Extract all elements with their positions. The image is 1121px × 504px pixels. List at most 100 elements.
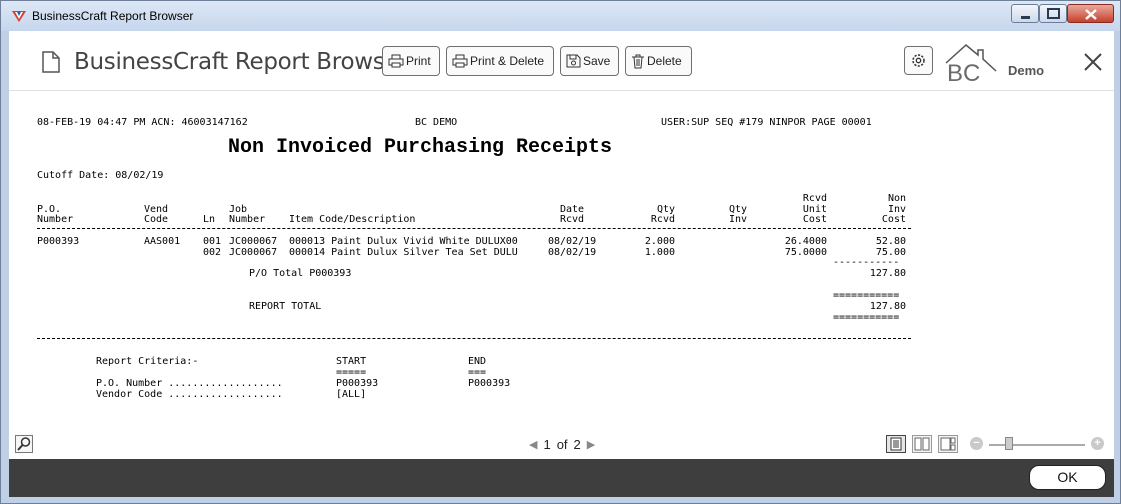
col-unit-cost-line3: Cost (802, 214, 827, 225)
criteria-vendor-start: [ALL] (336, 389, 367, 400)
two-page-icon (914, 437, 930, 451)
po-total-value: 127.80 (869, 268, 906, 279)
zoom-in-icon[interactable]: + (1091, 437, 1104, 450)
close-icon (1085, 9, 1097, 20)
report-header-right: USER:SUP SEQ #179 NINPOR PAGE 00001 (661, 117, 872, 128)
zoom-button[interactable] (15, 435, 33, 453)
minimize-icon (1021, 16, 1030, 19)
report-page: 08-FEB-19 04:47 PM ACN: 46003147162 BC D… (9, 92, 1114, 437)
col-job-line2: Number (229, 214, 266, 225)
report-total-value: 127.80 (869, 301, 906, 312)
row-qty-rcvd: 2.000 (644, 236, 675, 247)
footer-bar: OK (9, 459, 1114, 497)
row-job: JC000067 (229, 247, 278, 258)
col-qty-inv-line2: Inv (728, 214, 747, 225)
criteria-vendor-label: Vendor Code ................... (96, 389, 283, 400)
document-icon (42, 51, 60, 73)
col-vend-line2: Code (144, 214, 169, 225)
report-header-left: 08-FEB-19 04:47 PM ACN: 46003147162 (37, 117, 248, 128)
subtotal-rule: ----------- (833, 257, 900, 268)
zoom-slider-track[interactable] (989, 444, 1085, 446)
next-page-icon[interactable]: ▶ (587, 438, 595, 451)
criteria-start-label: START (336, 356, 367, 367)
row-item: 000013 Paint Dulux Vivid White DULUX00 (289, 236, 518, 247)
ok-button[interactable]: OK (1029, 465, 1106, 490)
zoom-out-icon[interactable]: − (970, 437, 983, 450)
settings-button[interactable] (904, 46, 933, 75)
magnifier-icon (17, 437, 31, 451)
title-bar: BusinessCraft Report Browser (1, 1, 1120, 31)
row-ln: 002 (203, 247, 222, 258)
col-item: Item Code/Description (289, 214, 416, 225)
col-date-line2: Rcvd (560, 214, 585, 225)
app-window: BusinessCraft Report Browser BusinessCra… (0, 0, 1121, 504)
print-delete-label: Print & Delete (470, 54, 545, 68)
bc-logo: BC (945, 44, 997, 83)
window-close-button[interactable] (1067, 4, 1114, 23)
criteria-divider (37, 338, 911, 339)
page-navigator: ◀ 1 of 2 ▶ (529, 437, 595, 452)
print-button[interactable]: Print (382, 46, 440, 76)
minimize-button[interactable] (1011, 4, 1039, 23)
zoom-slider-thumb[interactable] (1005, 437, 1013, 450)
criteria-end-label: END (468, 356, 487, 367)
criteria-end-underline: === (468, 367, 487, 378)
printer-icon (388, 54, 404, 68)
prev-page-icon[interactable]: ◀ (529, 438, 537, 451)
report-header-center: BC DEMO (415, 117, 458, 128)
col-qty-rcvd-line2: Rcvd (650, 214, 675, 225)
maximize-icon (1047, 8, 1060, 19)
col-non-inv-line1: Non (887, 193, 906, 204)
row-non-inv-cost: 52.80 (875, 236, 906, 247)
svg-text:BC: BC (947, 60, 980, 83)
row-date: 08/02/19 (548, 236, 597, 247)
app-icon (12, 11, 26, 22)
criteria-po-start: P000393 (336, 378, 379, 389)
criteria-start-underline: ===== (336, 367, 367, 378)
multi-page-icon (940, 437, 956, 451)
row-job: JC000067 (229, 236, 278, 247)
total-rule-top: =========== (833, 290, 900, 301)
criteria-po-end: P000393 (468, 378, 511, 389)
save-label: Save (583, 54, 611, 68)
col-po-line2: Number (37, 214, 74, 225)
single-page-view-button[interactable] (886, 435, 906, 453)
single-page-icon (890, 437, 902, 451)
page-of: of (556, 437, 568, 452)
cutoff-date: Cutoff Date: 08/02/19 (37, 170, 164, 181)
criteria-po-label: P.O. Number ................... (96, 378, 283, 389)
page-total: 2 (573, 437, 581, 452)
save-icon (566, 54, 581, 68)
close-report-icon[interactable] (1081, 50, 1105, 74)
row-qty-rcvd: 1.000 (644, 247, 675, 258)
trash-icon (632, 54, 644, 68)
col-non-inv-line3: Cost (881, 214, 906, 225)
row-unit-cost: 26.4000 (784, 236, 827, 247)
status-bar: ◀ 1 of 2 ▶ − + (9, 429, 1114, 459)
company-name: Demo (1008, 63, 1045, 78)
row-date: 08/02/19 (548, 247, 597, 258)
page-title: BusinessCraft Report Browser (74, 49, 408, 75)
report-title: Non Invoiced Purchasing Receipts (228, 136, 613, 159)
col-ln: Ln (203, 214, 216, 225)
criteria-label: Report Criteria:- (96, 356, 199, 367)
page-current: 1 (543, 437, 551, 452)
total-rule-bottom: =========== (833, 312, 900, 323)
print-label: Print (406, 54, 431, 68)
po-total-label: P/O Total P000393 (249, 268, 352, 279)
delete-label: Delete (647, 54, 682, 68)
multi-page-view-button[interactable] (938, 435, 958, 453)
delete-button[interactable]: Delete (625, 46, 692, 76)
printer-icon (452, 54, 468, 68)
two-page-view-button[interactable] (912, 435, 932, 453)
report-total-label: REPORT TOTAL (249, 301, 322, 312)
save-button[interactable]: Save (560, 46, 619, 76)
maximize-button[interactable] (1039, 4, 1067, 23)
row-vend: AAS001 (144, 236, 181, 247)
print-delete-button[interactable]: Print & Delete (446, 46, 554, 76)
window-title: BusinessCraft Report Browser (32, 9, 194, 23)
row-po: P000393 (37, 236, 80, 247)
row-item: 000014 Paint Dulux Silver Tea Set DULU (289, 247, 518, 258)
row-ln: 001 (203, 236, 222, 247)
header-divider (37, 228, 911, 229)
